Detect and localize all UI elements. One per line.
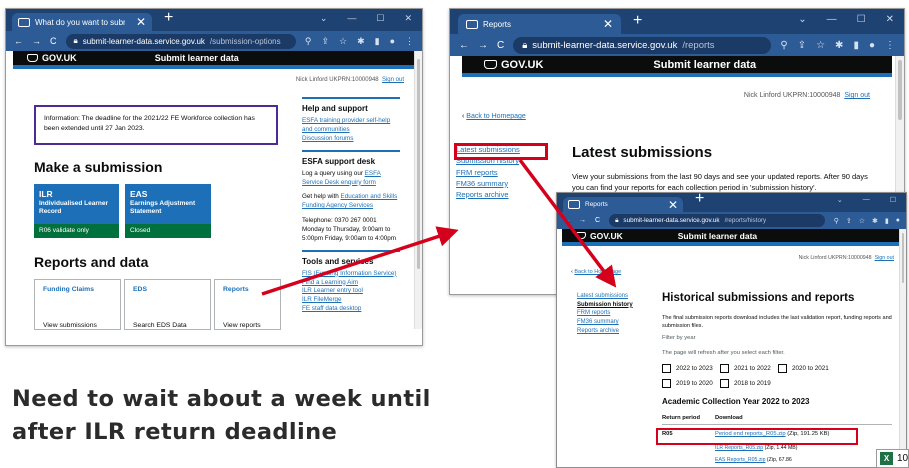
arrow-to-history: [518, 158, 617, 288]
arrow-to-reports: [261, 226, 459, 296]
taskbar-label: 10000948 Ap: [897, 453, 909, 464]
annotation-arrows: [261, 158, 617, 296]
excel-icon: X: [880, 452, 893, 465]
highlight-r05-row: [656, 428, 858, 445]
excel-taskbar-button[interactable]: X 10000948 Ap: [876, 449, 909, 468]
highlight-submission-history: [454, 143, 548, 160]
